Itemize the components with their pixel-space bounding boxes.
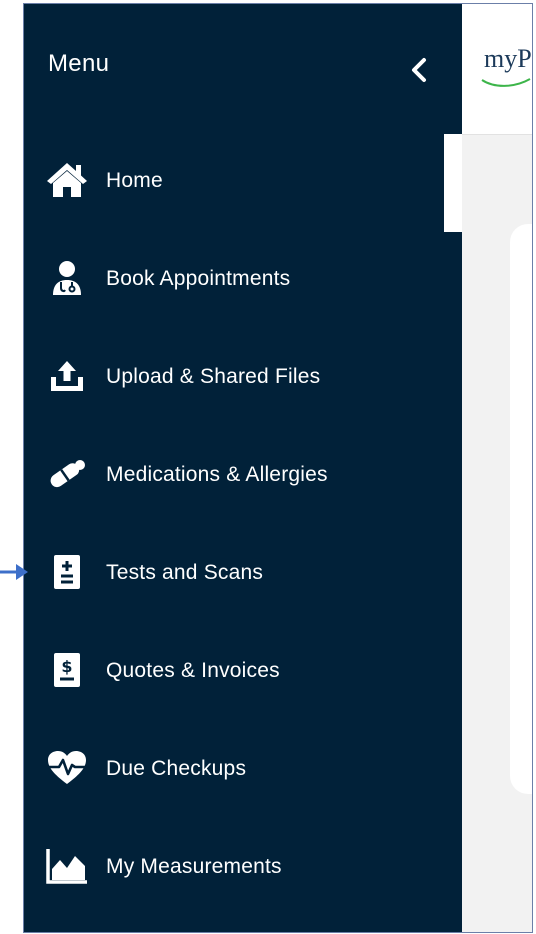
- sidebar: Menu Home Book Appointments Upload & Sha…: [24, 4, 462, 932]
- home-icon: [44, 157, 90, 203]
- invoice-icon: $: [44, 647, 90, 693]
- test-report-icon: [44, 549, 90, 595]
- active-tab-indicator: [444, 134, 462, 232]
- upload-icon: [44, 353, 90, 399]
- sidebar-item-my-measurements[interactable]: My Measurements: [24, 821, 462, 919]
- top-bar: myP: [462, 4, 532, 135]
- pill-icon: [44, 451, 90, 497]
- chevron-left-icon: [412, 58, 426, 82]
- sidebar-item-tests-and-scans[interactable]: Tests and Scans: [24, 527, 462, 625]
- sidebar-item-upload-shared-files[interactable]: Upload & Shared Files: [24, 331, 462, 429]
- menu-title: Menu: [48, 50, 110, 77]
- content-card: [510, 224, 536, 794]
- sidebar-item-label: Medications & Allergies: [106, 463, 328, 486]
- sidebar-item-quotes-invoices[interactable]: $ Quotes & Invoices: [24, 625, 462, 723]
- sidebar-item-label: Quotes & Invoices: [106, 659, 280, 682]
- doctor-icon: [44, 255, 90, 301]
- brand-swoosh-icon: [481, 78, 531, 87]
- sidebar-item-label: Book Appointments: [106, 267, 291, 290]
- sidebar-item-home[interactable]: Home: [24, 135, 462, 233]
- collapse-sidebar-button[interactable]: [402, 52, 438, 88]
- sidebar-item-book-appointments[interactable]: Book Appointments: [24, 233, 462, 331]
- brand-logo[interactable]: myP: [484, 44, 532, 74]
- sidebar-item-label: Tests and Scans: [106, 561, 264, 584]
- sidebar-item-label: Home: [106, 169, 163, 192]
- area-chart-icon: [44, 843, 90, 889]
- sidebar-item-label: Upload & Shared Files: [106, 365, 321, 388]
- heartbeat-icon: [44, 745, 90, 791]
- sidebar-item-label: My Measurements: [106, 855, 282, 878]
- sidebar-item-medications-allergies[interactable]: Medications & Allergies: [24, 429, 462, 527]
- svg-text:$: $: [61, 657, 72, 676]
- sidebar-item-label: Due Checkups: [106, 757, 247, 780]
- sidebar-header: Menu: [24, 4, 462, 128]
- annotation-arrow-icon: [0, 564, 28, 580]
- main-content: myP: [444, 4, 536, 932]
- sidebar-item-due-checkups[interactable]: Due Checkups: [24, 723, 462, 821]
